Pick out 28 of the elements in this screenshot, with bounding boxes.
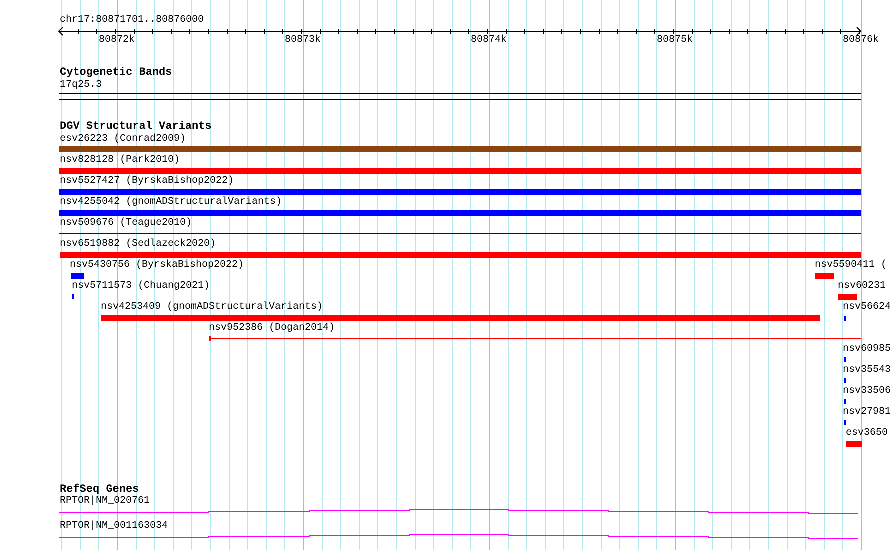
variant-label: esv3650 xyxy=(846,428,888,440)
track-title: DGV Structural Variants xyxy=(60,121,212,133)
variant-label: nsv6519882 (Sedlazeck2020) xyxy=(60,239,216,251)
tick-label: 80875k xyxy=(657,35,694,47)
tick-label: 80874k xyxy=(471,35,508,47)
tick-label: 80876k xyxy=(843,35,880,47)
variant-label: nsv33506 xyxy=(843,386,890,398)
variant-label: nsv4255042 (gnomADStructuralVariants) xyxy=(60,197,282,209)
variant-label: nsv5430756 (ByrskaBishop2022) xyxy=(70,260,244,272)
gene-label: RPTOR|NM_001163034 xyxy=(60,521,168,533)
variant-label: nsv60231 xyxy=(838,281,886,293)
variant-label: nsv509676 (Teague2010) xyxy=(60,218,192,230)
gene-label: RPTOR|NM_020761 xyxy=(60,496,150,508)
track-title: RefSeq Genes xyxy=(60,484,140,496)
variant-label: nsv952386 (Dogan2014) xyxy=(209,323,336,335)
variant-label: nsv5590411 ( xyxy=(815,260,888,272)
tick-label: 80873k xyxy=(285,35,322,47)
location-label: chr17:80871701..80876000 xyxy=(60,15,204,27)
variant-label: nsv828128 (Park2010) xyxy=(60,155,180,167)
variant-label: nsv5527427 (ByrskaBishop2022) xyxy=(60,176,234,188)
variant-label: nsv60985 xyxy=(843,344,890,356)
variant-label: nsv5711573 (Chuang2021) xyxy=(72,281,210,293)
band-label: 17q25.3 xyxy=(60,80,102,92)
tick-label: 80872k xyxy=(99,35,136,47)
variant-label: esv26223 (Conrad2009) xyxy=(60,134,186,146)
track-title: Cytogenetic Bands xyxy=(60,67,172,79)
variant-label: nsv4253409 (gnomADStructuralVariants) xyxy=(101,302,324,314)
variant-label: nsv35543 xyxy=(843,365,890,377)
